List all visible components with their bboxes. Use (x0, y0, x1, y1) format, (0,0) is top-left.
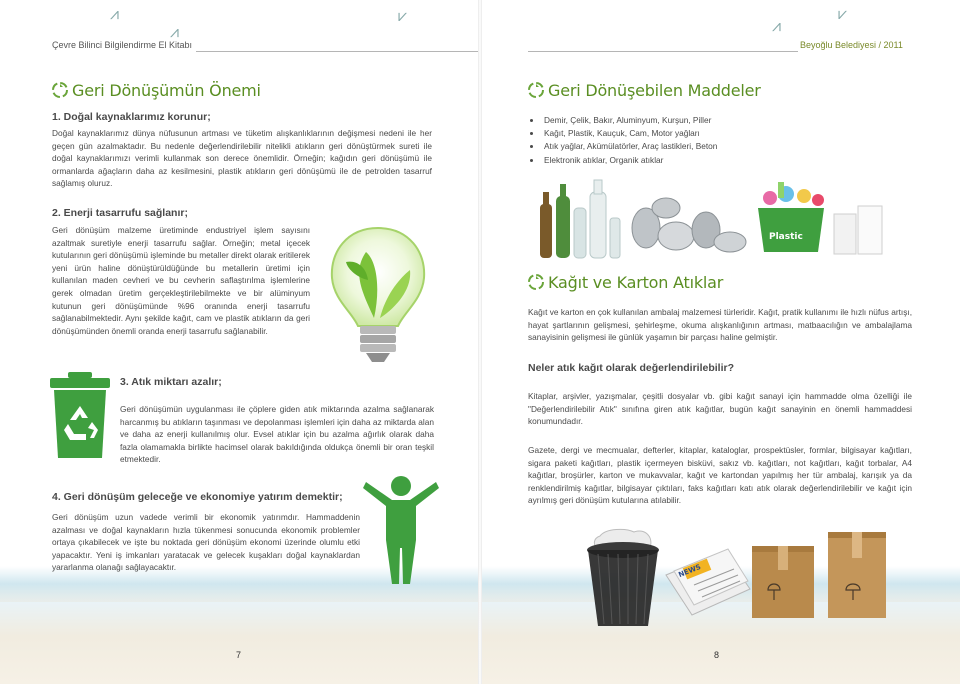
page-number-left: 7 (236, 650, 242, 660)
item1-text: Doğal kaynaklarımız dünya nüfusunun artm… (52, 128, 432, 189)
section-title-importance: Geri Dönüşümün Önemi (52, 81, 261, 100)
item3-title: 3. Atık miktarı azalır; (120, 376, 222, 388)
section-title-text: Geri Dönüşebilen Maddeler (548, 81, 761, 100)
plastic-bin-label: Plastic (769, 232, 803, 242)
section-title-text: Geri Dönüşümün Önemi (72, 81, 261, 100)
header-rule (196, 51, 478, 52)
item2-text: Geri dönüşüm malzeme üretiminde endustri… (52, 225, 310, 336)
right-page: ⩘ ⩗ Beyoğlu Belediyesi / 2011 Geri Dönüş… (482, 0, 960, 684)
list-item: Demir, Çelik, Bakır, Aluminyum, Kurşun, … (542, 114, 842, 127)
recycle-icon (528, 274, 544, 290)
recycle-bin-image (50, 372, 110, 458)
lightbulb-leaf-image (330, 226, 426, 362)
list-item: Kağıt, Plastik, Kauçuk, Cam, Motor yağla… (542, 127, 842, 140)
wastebasket-image (587, 528, 659, 626)
recyclables-image (540, 179, 883, 259)
recycle-icon (52, 82, 68, 98)
header-rule (528, 51, 798, 52)
green-person-image (363, 476, 439, 584)
question-heading: Neler atık kağıt olarak değerlendirilebi… (528, 362, 734, 374)
paper-paragraph-1: Kağıt ve karton en çok kullanılan ambala… (528, 307, 912, 343)
bird-icon: ⩗ (398, 8, 408, 25)
page-number-right: 8 (714, 650, 720, 660)
paper-paragraph-2: Kitaplar, arşivler, yazışmalar, çeşitli … (528, 391, 912, 427)
item2-title: 2. Enerji tasarrufu sağlanır; (52, 207, 188, 219)
bird-icon: ⩗ (838, 6, 848, 23)
item4-text: Geri dönüşüm uzun vadede verimli bir eko… (52, 512, 360, 573)
cardboard-boxes-image (752, 532, 886, 618)
section-title-paper: Kağıt ve Karton Atıklar (528, 273, 723, 292)
recycle-icon (528, 82, 544, 98)
item1-title: 1. Doğal kaynaklarımız korunur; (52, 111, 211, 123)
list-item: Atık yağlar, Akümülatörler, Araç lastikl… (542, 140, 842, 153)
left-page: ⩘ ⩘ ⩗ Çevre Bilinci Bilgilendirme El Kit… (0, 0, 478, 684)
bird-icon: ⩘ (110, 6, 120, 23)
list-item: Elektronik atıklar, Organik atıklar (542, 154, 842, 167)
materials-list: Demir, Çelik, Bakır, Aluminyum, Kurşun, … (528, 114, 842, 167)
newspaper-image (665, 548, 751, 616)
header-title-right: Beyoğlu Belediyesi / 2011 (800, 40, 903, 50)
bird-icon: ⩘ (772, 18, 782, 35)
item4-title: 4. Geri dönüşüm geleceğe ve ekonomiye ya… (52, 491, 343, 503)
section-title-materials: Geri Dönüşebilen Maddeler (528, 81, 761, 100)
header-title-left: Çevre Bilinci Bilgilendirme El Kitabı (52, 40, 193, 50)
paper-paragraph-3: Gazete, dergi ve mecmualar, defterler, k… (528, 445, 912, 506)
section-title-text: Kağıt ve Karton Atıklar (548, 273, 724, 292)
item3-text: Geri dönüşümün uygulanması ile çöplere g… (120, 404, 434, 465)
